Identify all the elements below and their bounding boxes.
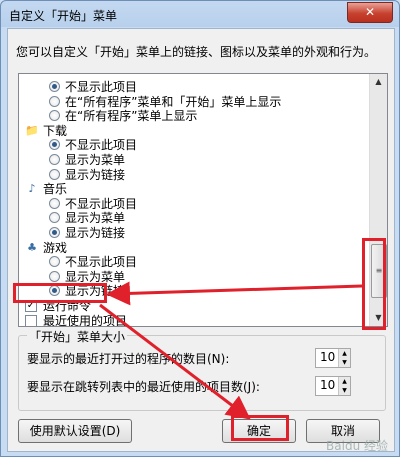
close-button[interactable]: ✕: [347, 2, 393, 23]
list-item-label: 不显示此项目: [65, 255, 138, 270]
list-item-label: 不显示此项目: [65, 80, 138, 94]
description-text: 您可以自定义「开始」菜单上的链接、图标以及菜单的外观和行为。: [16, 45, 377, 59]
folder-icon: 📁: [25, 123, 39, 137]
checkbox[interactable]: [25, 314, 37, 326]
recent-programs-value[interactable]: 10: [320, 350, 335, 364]
list-item-label: 不显示此项目: [65, 196, 138, 211]
list-item-label: 游戏: [43, 240, 68, 255]
games-icon: ♣: [27, 240, 37, 254]
watermark: Baidu 经验: [326, 439, 388, 453]
spinner-arrows-icon[interactable]: ▲ ▼: [338, 377, 350, 395]
list-item-label: 显示为菜单: [65, 153, 126, 167]
list-item-label: 最近使用的项目: [43, 313, 128, 327]
radio-button[interactable]: [49, 110, 60, 122]
radio-button[interactable]: [49, 139, 60, 151]
list-item-label: 音乐: [43, 182, 68, 197]
radio-button[interactable]: [49, 154, 60, 165]
window-title: 自定义「开始」菜单: [9, 9, 118, 23]
list-item-label: 显示为链接: [65, 226, 126, 240]
list-item-label: 不显示此项目: [65, 138, 138, 153]
recent-programs-spinner[interactable]: 10 ▲ ▼: [315, 348, 351, 368]
radio-button[interactable]: [49, 212, 60, 224]
start-menu-size-group: 「开始」菜单大小 要显示的最近打开过的程序的数目(N): 10 ▲ ▼ 要显示在跳…: [18, 328, 386, 411]
radio-button[interactable]: [49, 95, 60, 107]
jump-list-label: 要显示在跳转列表中的最近使用的项目数(J):: [27, 380, 260, 394]
list-item-label: 显示为链接: [65, 167, 126, 182]
use-defaults-button[interactable]: 使用默认设置(D): [18, 419, 132, 443]
scroll-up-arrow-icon[interactable]: ▲: [371, 74, 386, 90]
music-icon: ♪: [28, 182, 36, 196]
dialog-body: 您可以自定义「开始」菜单上的链接、图标以及菜单的外观和行为。 最近使用的项目 ✓ 运…: [7, 28, 395, 453]
spinner-arrows-icon[interactable]: ▲ ▼: [338, 349, 350, 367]
list-item-label: 显示为菜单: [65, 211, 126, 226]
radio-button[interactable]: [49, 168, 60, 180]
list-item-label: 在“所有程序”菜单上显示: [65, 109, 198, 124]
title-bar: 自定义「开始」菜单 ✕: [1, 1, 399, 27]
run-command-highlight: [13, 283, 107, 303]
dialog-window: 自定义「开始」菜单 ✕ 您可以自定义「开始」菜单上的链接、图标以及菜单的外观和行…: [0, 0, 400, 457]
list-item-label: 下载: [43, 123, 68, 138]
jump-list-spinner[interactable]: 10 ▲ ▼: [315, 376, 351, 396]
recent-programs-label: 要显示的最近打开过的程序的数目(N):: [27, 352, 230, 366]
group-title: 「开始」菜单大小: [27, 328, 128, 345]
scrollbar-highlight: [362, 238, 386, 330]
radio-button[interactable]: [49, 227, 60, 238]
radio-button[interactable]: [49, 256, 60, 268]
close-icon: ✕: [364, 5, 376, 19]
list-item-label: 在“所有程序”菜单和「开始」菜单上显示: [65, 94, 282, 109]
radio-button[interactable]: [49, 81, 60, 92]
ok-button-highlight: [231, 415, 289, 441]
jump-list-value[interactable]: 10: [320, 378, 335, 392]
radio-button[interactable]: [49, 270, 60, 282]
radio-button[interactable]: [49, 197, 60, 209]
